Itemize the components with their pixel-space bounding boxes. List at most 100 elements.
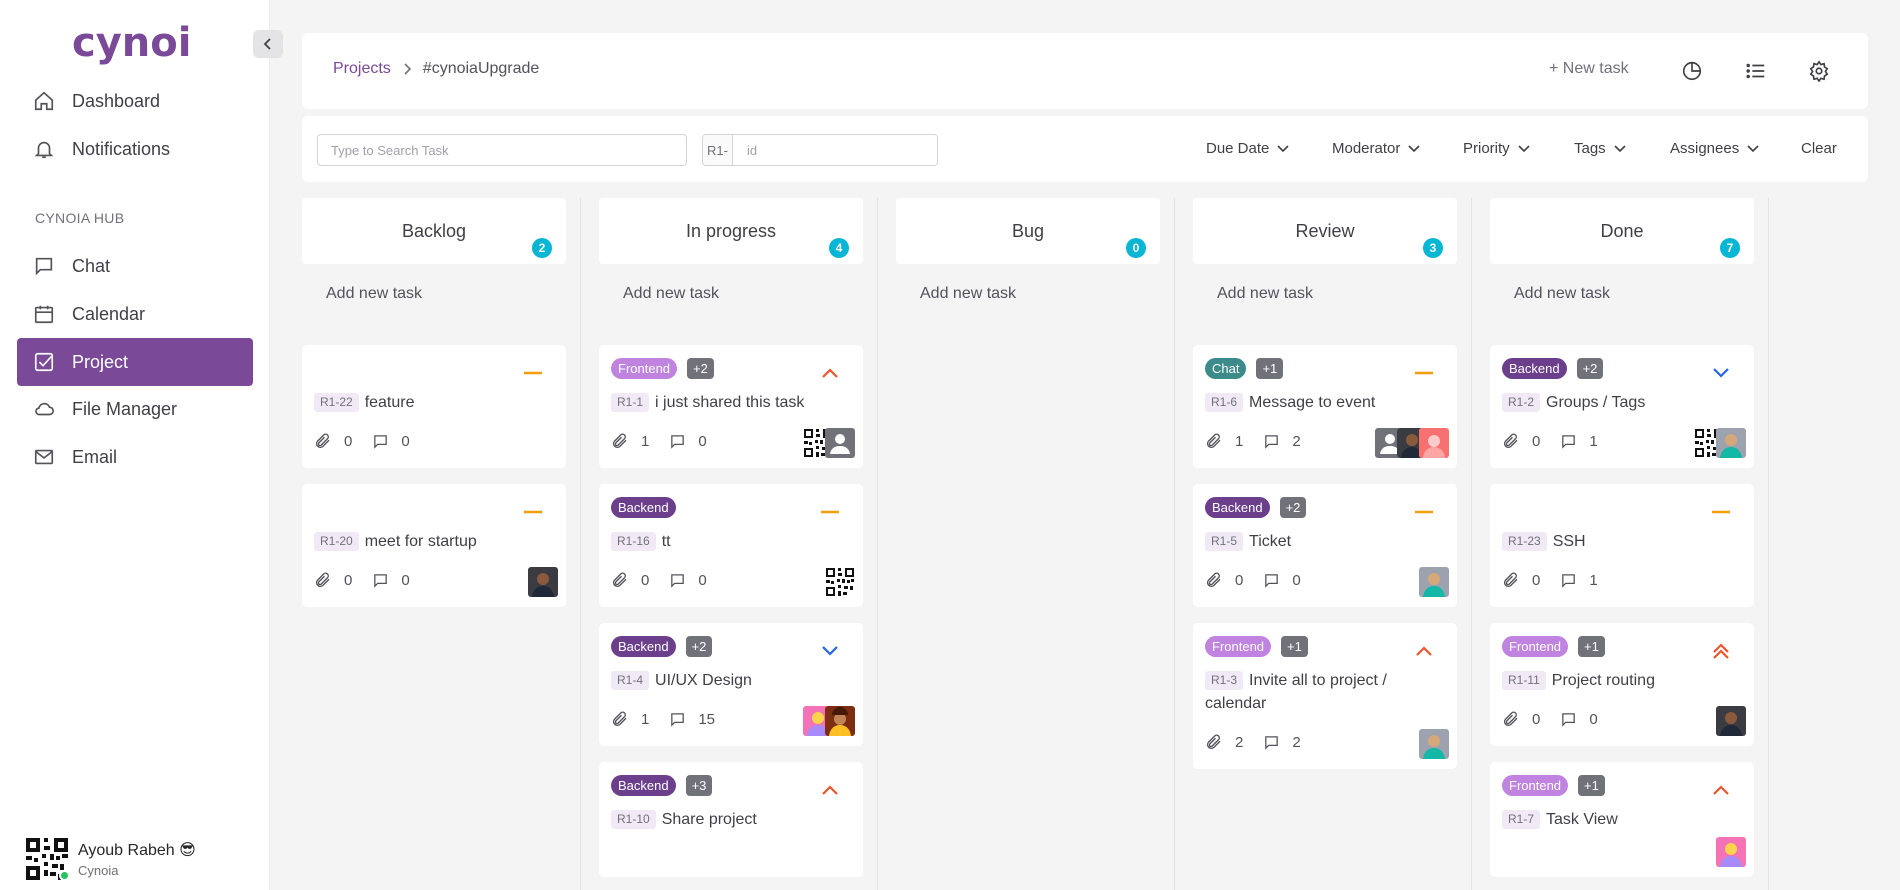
column-header[interactable]: Review 3 <box>1193 198 1457 264</box>
column-header[interactable]: In progress 4 <box>599 198 863 264</box>
tag-frontend[interactable]: Frontend <box>611 357 678 379</box>
sidebar-item-project[interactable]: Project <box>17 338 253 386</box>
list-view-button[interactable] <box>1742 57 1770 85</box>
add-new-task-button[interactable]: Add new task <box>599 285 863 311</box>
tag-more[interactable]: +1 <box>1281 635 1308 657</box>
attachments-count: 0 <box>1205 571 1243 589</box>
search-input[interactable] <box>317 134 687 166</box>
collapse-sidebar-button[interactable] <box>253 30 283 58</box>
tag-frontend[interactable]: Frontend <box>1205 635 1272 657</box>
tag-backend[interactable]: Backend <box>611 635 676 657</box>
tag-more[interactable]: +1 <box>1578 635 1605 657</box>
avatar[interactable] <box>1716 837 1746 867</box>
task-card[interactable]: Chat +1 R1-6 Message to event 1 2 <box>1193 345 1457 468</box>
sidebar-item-calendar[interactable]: Calendar <box>17 290 253 338</box>
attachments-value: 2 <box>1235 733 1244 751</box>
column-header[interactable]: Bug 0 <box>896 198 1160 264</box>
sidebar-item-notifications[interactable]: Notifications <box>17 125 253 173</box>
tag-more[interactable]: +1 <box>1578 774 1605 796</box>
tag-more[interactable]: +1 <box>1256 357 1284 379</box>
task-card[interactable]: Frontend +1 R1-11 Project routing 0 0 <box>1490 623 1754 746</box>
tag-more[interactable]: +2 <box>1279 496 1307 518</box>
user-profile[interactable]: Ayoub Rabeh 😎 Cynoia <box>26 838 196 881</box>
task-id: R1-3 <box>1205 671 1244 690</box>
sidebar-item-file-manager[interactable]: File Manager <box>17 385 253 433</box>
new-task-button[interactable]: + New task <box>1549 60 1629 78</box>
avatar[interactable] <box>528 567 558 597</box>
column-divider <box>1471 198 1472 890</box>
assignees-filter[interactable]: Assignees <box>1670 140 1759 157</box>
task-card[interactable]: Frontend +2 R1-1 i just shared this task 1 0 <box>599 345 863 468</box>
column-header[interactable]: Done 7 <box>1490 198 1754 264</box>
tag-chat[interactable]: Chat <box>1205 357 1247 379</box>
settings-button[interactable] <box>1805 57 1833 85</box>
priority-medium-icon <box>522 504 544 520</box>
avatar[interactable] <box>825 428 855 458</box>
task-card[interactable]: Backend +2 R1-4 UI/UX Design 1 15 <box>599 623 863 746</box>
task-card[interactable]: Frontend +1 R1-3 Invite all to project / ca… <box>1193 623 1457 769</box>
add-new-task-button[interactable]: Add new task <box>1193 285 1457 311</box>
column-title: In progress <box>685 220 777 241</box>
sidebar-item-chat[interactable]: Chat <box>17 242 253 290</box>
cynoia-logo[interactable]: cynoia <box>72 22 192 66</box>
task-card[interactable]: R1-22 feature 0 0 <box>302 345 566 468</box>
avatar[interactable] <box>1419 567 1449 597</box>
task-card[interactable]: Backend +3 R1-10 Share project <box>599 762 863 877</box>
tag-backend[interactable]: Backend <box>1502 357 1567 379</box>
avatar[interactable] <box>825 706 855 736</box>
stats-button[interactable] <box>1678 57 1706 85</box>
avatar[interactable] <box>1419 729 1449 759</box>
moderator-filter[interactable]: Moderator <box>1332 140 1420 157</box>
tag-backend[interactable]: Backend <box>611 774 676 796</box>
tag-more[interactable]: +2 <box>687 357 714 379</box>
avatar[interactable] <box>1716 428 1746 458</box>
task-title-text: feature <box>364 394 415 411</box>
tag-more[interactable]: +3 <box>685 774 713 796</box>
tag-more[interactable]: +2 <box>1576 357 1604 379</box>
task-title-text: i just shared this task <box>655 394 805 411</box>
tag-backend[interactable]: Backend <box>1205 496 1270 518</box>
task-card[interactable]: Frontend +1 R1-7 Task View <box>1490 762 1754 877</box>
priority-filter[interactable]: Priority <box>1463 140 1530 157</box>
column-header[interactable]: Backlog 2 <box>302 198 566 264</box>
priority-medium-icon <box>819 504 841 520</box>
tags-filter[interactable]: Tags <box>1574 140 1626 157</box>
clear-filters-button[interactable]: Clear <box>1801 140 1837 157</box>
home-icon <box>34 91 54 111</box>
comments-count: 0 <box>372 572 410 589</box>
avatar[interactable] <box>825 567 855 597</box>
avatar[interactable] <box>1716 706 1746 736</box>
task-title: R1-4 UI/UX Design <box>611 669 853 692</box>
task-title: R1-20 meet for startup <box>314 530 556 553</box>
attachments-value: 0 <box>1532 432 1541 450</box>
breadcrumb-current: #cynoiaUpgrade <box>422 60 540 77</box>
tag-more[interactable]: +2 <box>685 635 713 657</box>
breadcrumb-projects[interactable]: Projects <box>333 60 391 78</box>
assignee-avatars <box>528 567 558 597</box>
task-tags <box>314 357 556 379</box>
comments-value: 1 <box>1589 432 1598 450</box>
chevron-down-icon <box>1277 144 1289 152</box>
chevron-right-icon <box>403 63 411 75</box>
tag-backend[interactable]: Backend <box>611 496 676 518</box>
assignee-avatars <box>1716 837 1746 867</box>
task-card[interactable]: Backend +2 R1-5 Ticket 0 0 <box>1193 484 1457 607</box>
avatar[interactable] <box>1419 428 1449 458</box>
tag-frontend[interactable]: Frontend <box>1502 635 1569 657</box>
add-new-task-button[interactable]: Add new task <box>896 285 1160 311</box>
task-card[interactable]: R1-23 SSH 0 1 <box>1490 484 1754 607</box>
task-tags: Frontend +1 <box>1502 635 1744 657</box>
task-id-input[interactable] <box>733 135 937 165</box>
add-new-task-button[interactable]: Add new task <box>1490 285 1754 311</box>
due-date-filter[interactable]: Due Date <box>1206 140 1289 157</box>
sidebar-item-email[interactable]: Email <box>17 433 253 481</box>
task-card[interactable]: R1-20 meet for startup 0 0 <box>302 484 566 607</box>
sidebar-item-dashboard[interactable]: Dashboard <box>17 77 253 125</box>
task-card[interactable]: Backend +2 R1-2 Groups / Tags 0 1 <box>1490 345 1754 468</box>
assignee-avatars <box>803 428 855 458</box>
add-new-task-button[interactable]: Add new task <box>302 285 566 311</box>
task-card[interactable]: Backend R1-16 tt 0 0 <box>599 484 863 607</box>
comments-value: 0 <box>401 432 410 450</box>
tag-frontend[interactable]: Frontend <box>1502 774 1569 796</box>
avatar <box>26 838 70 881</box>
